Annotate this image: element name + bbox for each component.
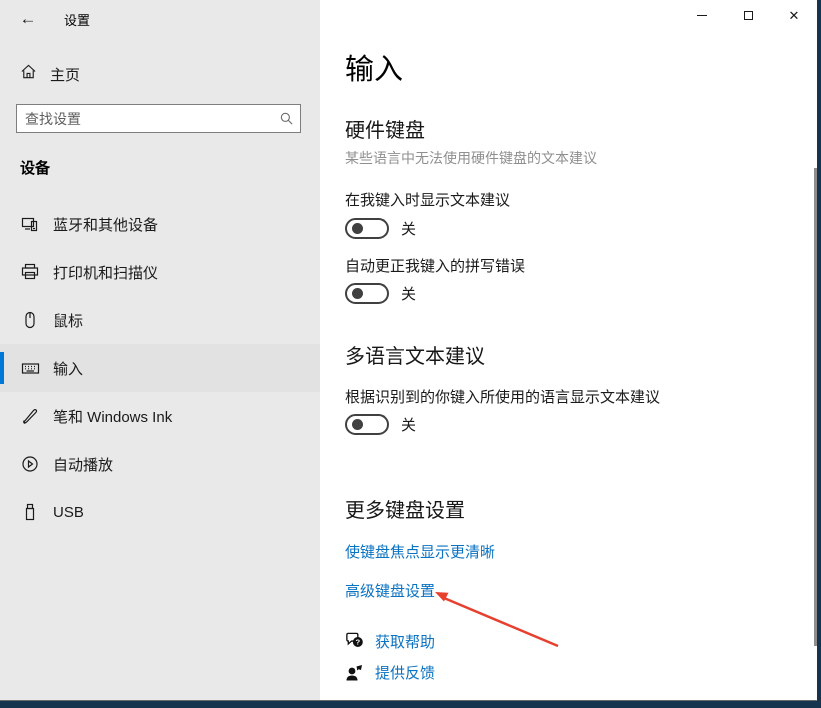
sidebar-item-label: 打印机和扫描仪	[53, 262, 158, 283]
titlebar: ← 设置	[0, 0, 320, 40]
section-title-multilingual: 多语言文本建议	[345, 340, 485, 369]
sidebar-item-label: USB	[53, 504, 84, 521]
devices-icon	[20, 215, 40, 233]
sidebar-item-label: 自动播放	[53, 454, 113, 475]
selected-accent-bar	[0, 352, 4, 384]
minimize-icon	[697, 15, 707, 16]
section-description: 某些语言中无法使用硬件键盘的文本建议	[345, 148, 597, 168]
search-input[interactable]	[17, 105, 272, 132]
sidebar-item-pen-windows-ink[interactable]: 笔和 Windows Ink	[0, 392, 320, 440]
toggle-knob	[352, 288, 363, 299]
section-title-more-keyboard-settings: 更多键盘设置	[345, 494, 465, 523]
get-help-link[interactable]: 获取帮助	[375, 631, 435, 652]
sidebar-item-label: 主页	[50, 64, 80, 85]
section-title-hardware-keyboard: 硬件键盘	[345, 114, 425, 143]
toggle-state-label: 关	[401, 218, 416, 239]
link-advanced-keyboard-settings[interactable]: 高级键盘设置	[345, 580, 435, 601]
sidebar-item-printers-scanners[interactable]: 打印机和扫描仪	[0, 248, 320, 296]
search-box	[16, 104, 301, 133]
sidebar-item-label: 输入	[53, 358, 83, 379]
toggle-show-text-suggestions[interactable]	[345, 218, 389, 239]
sidebar-item-usb[interactable]: USB	[0, 488, 320, 536]
maximize-icon	[744, 11, 753, 20]
setting-label-multilingual-suggestions: 根据识别到的你键入所使用的语言显示文本建议	[345, 386, 660, 407]
vertical-scrollbar[interactable]	[814, 168, 817, 646]
app-title: 设置	[64, 10, 90, 29]
sidebar-item-label: 蓝牙和其他设备	[53, 214, 158, 235]
feedback-icon	[343, 663, 365, 683]
toggle-state-label: 关	[401, 414, 416, 435]
autoplay-icon	[20, 455, 40, 473]
toggle-row: 关	[345, 218, 416, 239]
keyboard-icon	[20, 359, 40, 378]
feedback-link[interactable]: 提供反馈	[375, 662, 435, 683]
link-keyboard-focus-clearer[interactable]: 使键盘焦点显示更清晰	[345, 541, 495, 562]
sidebar-section-label: 设备	[20, 157, 50, 178]
sidebar-nav: 蓝牙和其他设备 打印机和扫描仪 鼠标	[0, 200, 320, 536]
sidebar-item-typing[interactable]: 输入	[0, 344, 320, 392]
sidebar-item-home[interactable]: 主页	[0, 58, 320, 90]
toggle-row: 关	[345, 283, 416, 304]
window-controls: ✕	[679, 0, 817, 30]
help-link-row: ? 获取帮助	[343, 631, 435, 652]
setting-label-show-text-suggestions: 在我键入时显示文本建议	[345, 189, 510, 210]
content-area: ✕ 输入 硬件键盘 某些语言中无法使用硬件键盘的文本建议 在我键入时显示文本建议…	[320, 0, 817, 700]
close-icon: ✕	[789, 9, 800, 22]
home-icon	[20, 63, 37, 85]
search-icon[interactable]	[272, 111, 300, 126]
sidebar: ← 设置 主页 设备	[0, 0, 320, 700]
feedback-link-row: 提供反馈	[343, 662, 435, 683]
maximize-button[interactable]	[725, 0, 771, 30]
toggle-autocorrect[interactable]	[345, 283, 389, 304]
toggle-knob	[352, 223, 363, 234]
toggle-state-label: 关	[401, 283, 416, 304]
settings-window: ← 设置 主页 设备	[0, 0, 817, 701]
sidebar-item-bluetooth-devices[interactable]: 蓝牙和其他设备	[0, 200, 320, 248]
mouse-icon	[20, 311, 40, 329]
pen-icon	[20, 407, 40, 425]
minimize-button[interactable]	[679, 0, 725, 30]
toggle-multilingual-suggestions[interactable]	[345, 414, 389, 435]
svg-text:?: ?	[355, 638, 360, 647]
close-button[interactable]: ✕	[771, 0, 817, 30]
printer-icon	[20, 263, 40, 281]
sidebar-item-mouse[interactable]: 鼠标	[0, 296, 320, 344]
sidebar-item-label: 笔和 Windows Ink	[53, 406, 172, 427]
back-button[interactable]: ←	[12, 5, 44, 33]
setting-label-autocorrect: 自动更正我键入的拼写错误	[345, 255, 525, 276]
usb-icon	[20, 503, 40, 521]
sidebar-item-label: 鼠标	[53, 310, 83, 331]
page-title: 输入	[345, 46, 403, 88]
toggle-row: 关	[345, 414, 416, 435]
get-help-icon: ?	[343, 631, 365, 652]
toggle-knob	[352, 419, 363, 430]
sidebar-item-autoplay[interactable]: 自动播放	[0, 440, 320, 488]
